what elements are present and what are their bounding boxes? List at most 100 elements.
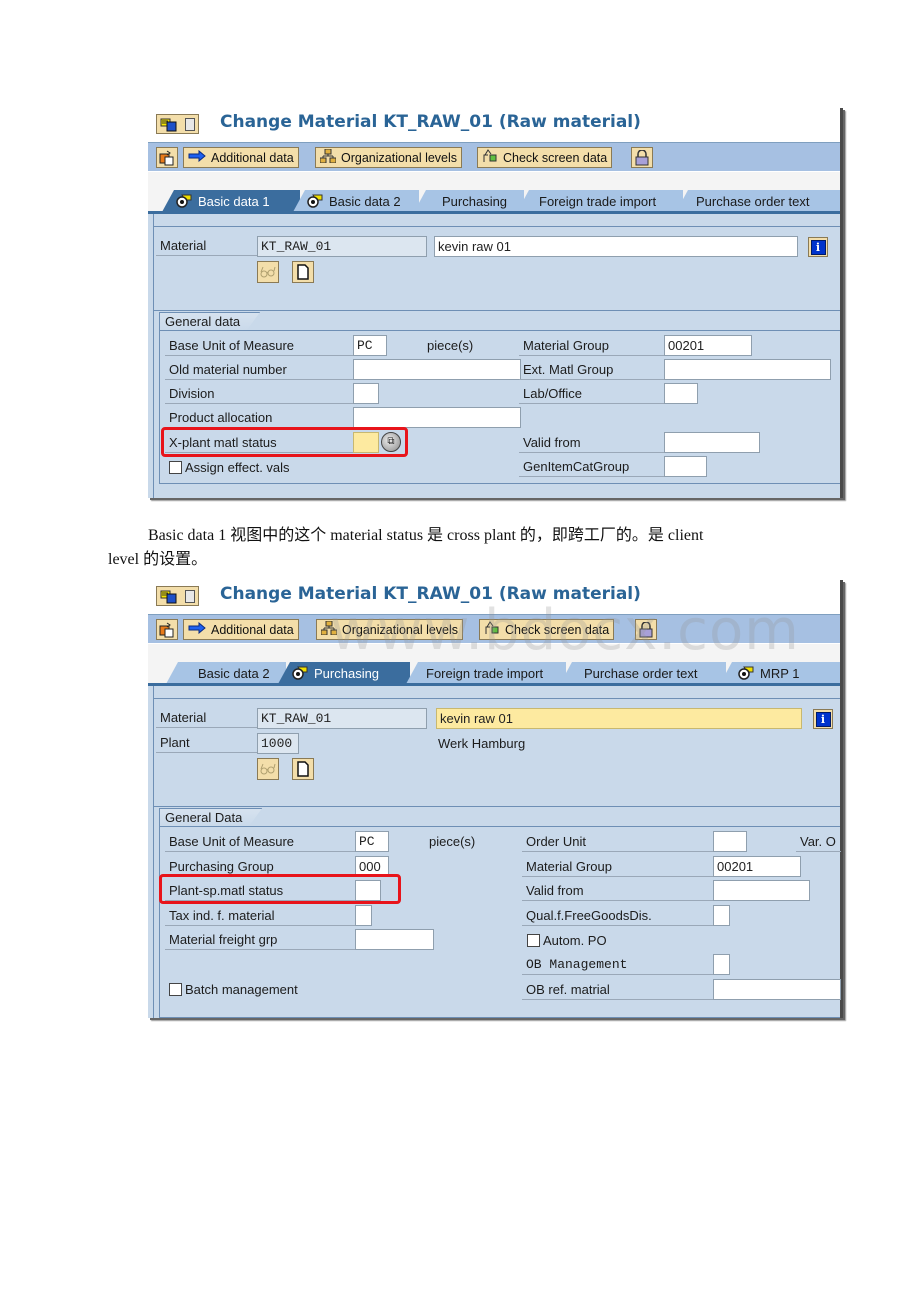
info-button[interactable]: i — [813, 709, 833, 729]
title-button-group[interactable] — [156, 114, 199, 134]
title-button-group[interactable] — [156, 586, 199, 606]
additional-data-button[interactable]: Additional data — [183, 147, 299, 168]
group-divider — [154, 806, 840, 807]
old-material-field[interactable] — [353, 359, 521, 380]
additional-data-button[interactable]: Additional data — [183, 619, 299, 640]
tab-purchase-order-text[interactable]: Purchase order text — [560, 662, 726, 684]
header-divider — [154, 698, 840, 699]
material-field[interactable]: KT_RAW_01 — [257, 236, 427, 257]
blank-document-icon — [297, 264, 309, 280]
tab-label: Purchasing — [314, 665, 380, 681]
info-icon: i — [810, 239, 826, 255]
valid-from-field[interactable] — [713, 880, 810, 901]
tab-foreign-trade-import[interactable]: Foreign trade import — [406, 662, 566, 684]
assign-effect-checkbox[interactable] — [169, 461, 182, 474]
product-allocation-label: Product allocation — [165, 408, 355, 428]
valid-from-field[interactable] — [664, 432, 760, 453]
freight-grp-label: Material freight grp — [165, 930, 357, 950]
group-title: General data — [159, 312, 260, 331]
lock-button[interactable] — [631, 147, 653, 168]
plant-field[interactable]: 1000 — [257, 733, 299, 754]
division-field[interactable] — [353, 383, 379, 404]
highlight-xplant-status — [161, 427, 408, 457]
application-toolbar: Additional data Organizational levels Ch… — [148, 615, 840, 643]
tab-purchase-order-text[interactable]: Purchase order text — [676, 190, 840, 212]
tax-ind-field[interactable] — [355, 905, 372, 926]
tab-basic-data-2[interactable]: Basic data 2 — [166, 662, 286, 684]
batch-management-checkbox[interactable] — [169, 983, 182, 996]
tab-purchasing[interactable]: Purchasing — [414, 190, 524, 212]
tab-purchasing[interactable]: Purchasing — [278, 662, 410, 684]
gen-item-cat-field[interactable] — [664, 456, 707, 477]
material-group-label: Material Group — [519, 336, 666, 356]
glasses-icon — [260, 266, 276, 278]
product-allocation-field[interactable] — [353, 407, 521, 428]
ob-ref-material-field[interactable] — [713, 979, 841, 1000]
tax-ind-label: Tax ind. f. material — [165, 906, 357, 926]
tab-label: MRP 1 — [760, 665, 800, 681]
ob-management-field[interactable] — [713, 954, 730, 975]
additional-data-label: Additional data — [211, 622, 294, 637]
new-document-button[interactable] — [292, 758, 314, 780]
display-button[interactable] — [257, 261, 279, 283]
display-change-icon[interactable] — [160, 117, 178, 132]
order-unit-field[interactable] — [713, 831, 747, 852]
document-icon[interactable] — [184, 117, 195, 131]
material-group-field[interactable]: 00201 — [713, 856, 801, 877]
other-material-button[interactable] — [156, 147, 178, 168]
tab-basic-data-1[interactable]: Basic data 1 — [162, 190, 300, 212]
org-levels-button[interactable]: Organizational levels — [316, 619, 464, 640]
tab-strip: Basic data 1 Basic data 2 Purchasing For… — [148, 172, 840, 212]
division-label: Division — [165, 384, 355, 404]
org-levels-button[interactable]: Organizational levels — [315, 147, 463, 168]
group-title: General Data — [159, 808, 262, 827]
qual-free-goods-field[interactable] — [713, 905, 730, 926]
material-description-field[interactable]: kevin raw 01 — [434, 236, 798, 257]
check-screen-data-button[interactable]: Check screen data — [479, 619, 615, 640]
check-screen-data-button[interactable]: Check screen data — [477, 147, 613, 168]
tab-basic-data-2[interactable]: Basic data 2 — [293, 190, 419, 212]
document-icon[interactable] — [184, 589, 195, 603]
arrow-right-icon — [188, 149, 206, 165]
base-uom-label: Base Unit of Measure — [165, 832, 357, 852]
base-uom-text: piece(s) — [429, 834, 476, 849]
lab-office-field[interactable] — [664, 383, 698, 404]
base-uom-field[interactable]: PC — [355, 831, 389, 852]
page-title: Change Material KT_RAW_01 (Raw material) — [220, 112, 641, 132]
group-divider — [154, 310, 840, 311]
org-levels-label: Organizational levels — [342, 622, 459, 637]
qual-free-goods-label: Qual.f.FreeGoodsDis. — [522, 906, 714, 926]
ext-matl-group-field[interactable] — [664, 359, 831, 380]
freight-grp-field[interactable] — [355, 929, 434, 950]
material-group-field[interactable]: 00201 — [664, 335, 752, 356]
tab-label: Foreign trade import — [426, 665, 544, 681]
other-material-button[interactable] — [156, 619, 178, 640]
new-document-button[interactable] — [292, 261, 314, 283]
info-icon: i — [815, 711, 831, 727]
paragraph-line-1: Basic data 1 视图中的这个 material status 是 cr… — [148, 527, 704, 544]
switch-material-icon — [159, 622, 174, 637]
tab-status-icon — [307, 194, 323, 208]
display-button[interactable] — [257, 758, 279, 780]
header-divider — [154, 226, 840, 227]
paragraph-line-2: level 的设置。 — [108, 551, 208, 568]
tab-status-icon — [176, 194, 192, 208]
lock-button[interactable] — [635, 619, 657, 640]
material-field[interactable]: KT_RAW_01 — [257, 708, 427, 729]
tab-mrp-1[interactable]: MRP 1 — [720, 662, 840, 684]
check-screen-data-label: Check screen data — [503, 150, 608, 165]
lock-icon — [639, 621, 653, 637]
info-button[interactable]: i — [808, 237, 828, 257]
material-group-label: Material Group — [522, 857, 714, 877]
org-levels-label: Organizational levels — [341, 150, 458, 165]
tab-label: Purchase order text — [584, 665, 698, 681]
old-material-label: Old material number — [165, 360, 355, 380]
tab-foreign-trade-import[interactable]: Foreign trade import — [517, 190, 683, 212]
material-description-field[interactable]: kevin raw 01 — [436, 708, 802, 729]
lock-icon — [635, 149, 649, 165]
var-order-unit-label: Var. O — [796, 832, 841, 852]
base-uom-field[interactable]: PC — [353, 335, 387, 356]
material-label: Material — [156, 236, 259, 256]
autom-po-checkbox[interactable] — [527, 934, 540, 947]
display-change-icon[interactable] — [160, 589, 178, 604]
